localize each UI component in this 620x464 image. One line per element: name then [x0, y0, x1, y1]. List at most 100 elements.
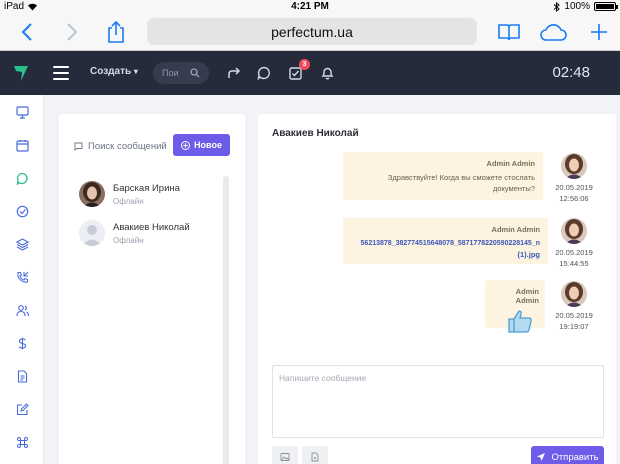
main-content: Поиск сообщений Новое Барская Ирина Офла…	[44, 95, 620, 464]
message-bubble: Admin Admin 56213878_382774515648078_587…	[343, 218, 548, 264]
screen: iPad 4:21 PM 100% perfectum.ua Создать ▾…	[0, 0, 620, 464]
task-check-icon	[288, 66, 302, 80]
sidebar-item-edit[interactable]	[15, 402, 29, 416]
contact-item[interactable]: Авакиев Николай Офлайн	[79, 220, 224, 250]
contact-item[interactable]: Барская Ирина Офлайн	[79, 181, 224, 211]
dollar-icon	[18, 337, 26, 349]
sidebar-item-calendar[interactable]	[15, 138, 29, 152]
forward-button[interactable]	[57, 17, 87, 47]
attachment-name-line: 56213878_382774515648078_587177822059022…	[360, 240, 540, 247]
sidebar-item-shortcuts[interactable]	[15, 435, 29, 449]
message-time: 15:44:55	[559, 259, 589, 268]
message-search-label: Поиск сообщений	[88, 141, 167, 152]
sidebar-item-calls[interactable]	[15, 270, 29, 284]
bluetooth-icon	[554, 1, 561, 12]
sidebar-item-projects[interactable]	[15, 237, 29, 251]
app-logo[interactable]	[12, 64, 30, 82]
sidebar-item-dashboard[interactable]	[15, 105, 29, 119]
sidebar-item-finance[interactable]	[15, 336, 29, 350]
command-icon	[16, 436, 28, 448]
url-bar[interactable]: perfectum.ua	[147, 18, 477, 45]
sidebar-item-messages[interactable]	[15, 171, 29, 185]
attach-file-button[interactable]	[302, 446, 328, 464]
chat-button[interactable]	[255, 64, 273, 82]
message-timestamp: 20.05.2019 12:56:06	[550, 182, 598, 204]
browser-toolbar: perfectum.ua	[0, 14, 620, 51]
chat-outline-icon	[74, 142, 83, 151]
edit-icon	[16, 402, 29, 415]
plus-circle-icon	[181, 140, 191, 150]
avatar	[561, 218, 587, 244]
send-label: Отправить	[551, 451, 599, 463]
calendar-icon	[15, 139, 29, 152]
cloud-icon	[540, 24, 567, 41]
header-clock: 02:48	[552, 64, 590, 81]
tasks-button[interactable]: 3	[286, 59, 310, 82]
redo-icon	[228, 67, 241, 78]
bookmarks-button[interactable]	[494, 17, 524, 47]
nav-sidebar	[0, 95, 44, 464]
send-icon	[537, 453, 546, 461]
contact-status: Офлайн	[113, 197, 144, 206]
message-author: Admin Admin	[486, 159, 535, 168]
plus-icon	[591, 24, 607, 40]
send-button[interactable]: Отправить	[531, 446, 604, 464]
image-icon	[280, 453, 290, 461]
message-search[interactable]: Поиск сообщений	[74, 141, 167, 152]
message-timestamp: 20.05.2019 19:19:07	[550, 310, 598, 332]
layers-icon	[15, 237, 29, 251]
new-message-label: Новое	[194, 140, 222, 150]
new-tab-button[interactable]	[584, 17, 614, 47]
check-circle-icon	[16, 205, 28, 217]
chevron-down-icon: ▾	[133, 67, 138, 76]
icloud-tabs-button[interactable]	[538, 17, 568, 47]
share-icon	[108, 21, 124, 43]
scrollbar[interactable]	[223, 176, 229, 464]
message-bubble: Admin Admin Здравствуйте! Когда вы сможе…	[343, 152, 543, 200]
avatar-placeholder	[79, 220, 105, 246]
create-label: Создать	[90, 66, 132, 77]
phone-incoming-icon	[16, 271, 28, 283]
hamburger-menu-button[interactable]	[53, 66, 69, 80]
attachment-link[interactable]: 56213878_382774515648078_587177822059022…	[351, 238, 540, 260]
message-date: 20.05.2019	[555, 183, 593, 192]
conversations-panel: Поиск сообщений Новое Барская Ирина Офла…	[59, 114, 245, 464]
attach-image-button[interactable]	[272, 446, 298, 464]
file-icon	[311, 452, 319, 462]
thumbs-up-icon	[491, 309, 539, 335]
attachment-name-line: (1).jpg	[517, 250, 541, 259]
monitor-icon	[15, 105, 29, 119]
contact-name: Авакиев Николай	[113, 222, 190, 233]
back-button[interactable]	[12, 17, 42, 47]
battery-percent: 100%	[564, 1, 590, 12]
message-text: Здравствуйте! Когда вы сможете стослать …	[351, 172, 535, 194]
message-time: 19:19:07	[559, 322, 589, 331]
message-text-line: Здравствуйте! Когда вы сможете стослать	[387, 173, 535, 182]
message-bubble: Admin Admin	[485, 280, 545, 333]
new-message-button[interactable]: Новое	[173, 134, 230, 156]
share-button[interactable]	[101, 17, 131, 47]
message-timestamp: 20.05.2019 15:44:55	[550, 247, 598, 269]
sidebar-item-documents[interactable]	[15, 369, 29, 383]
message-input[interactable]	[273, 366, 603, 437]
message-date: 20.05.2019	[555, 311, 593, 320]
chat-icon	[16, 172, 28, 185]
chevron-right-icon	[67, 23, 78, 41]
header-search[interactable]	[153, 62, 209, 84]
sidebar-item-contacts[interactable]	[15, 303, 29, 317]
contact-status: Офлайн	[113, 236, 144, 245]
avatar	[79, 181, 105, 207]
sidebar-item-tasks[interactable]	[15, 204, 29, 218]
message-composer	[272, 365, 604, 438]
url-text: perfectum.ua	[271, 23, 353, 40]
avatar	[561, 281, 587, 307]
message-text-line: документы?	[492, 184, 535, 193]
bell-icon	[320, 67, 334, 80]
message-author: Admin Admin	[491, 225, 540, 234]
forward-arrow-button[interactable]	[225, 64, 243, 82]
notifications-button[interactable]	[318, 64, 336, 82]
search-icon[interactable]	[190, 68, 200, 78]
create-dropdown[interactable]: Создать ▾	[90, 66, 138, 77]
avatar	[561, 153, 587, 179]
search-input[interactable]	[162, 68, 190, 78]
